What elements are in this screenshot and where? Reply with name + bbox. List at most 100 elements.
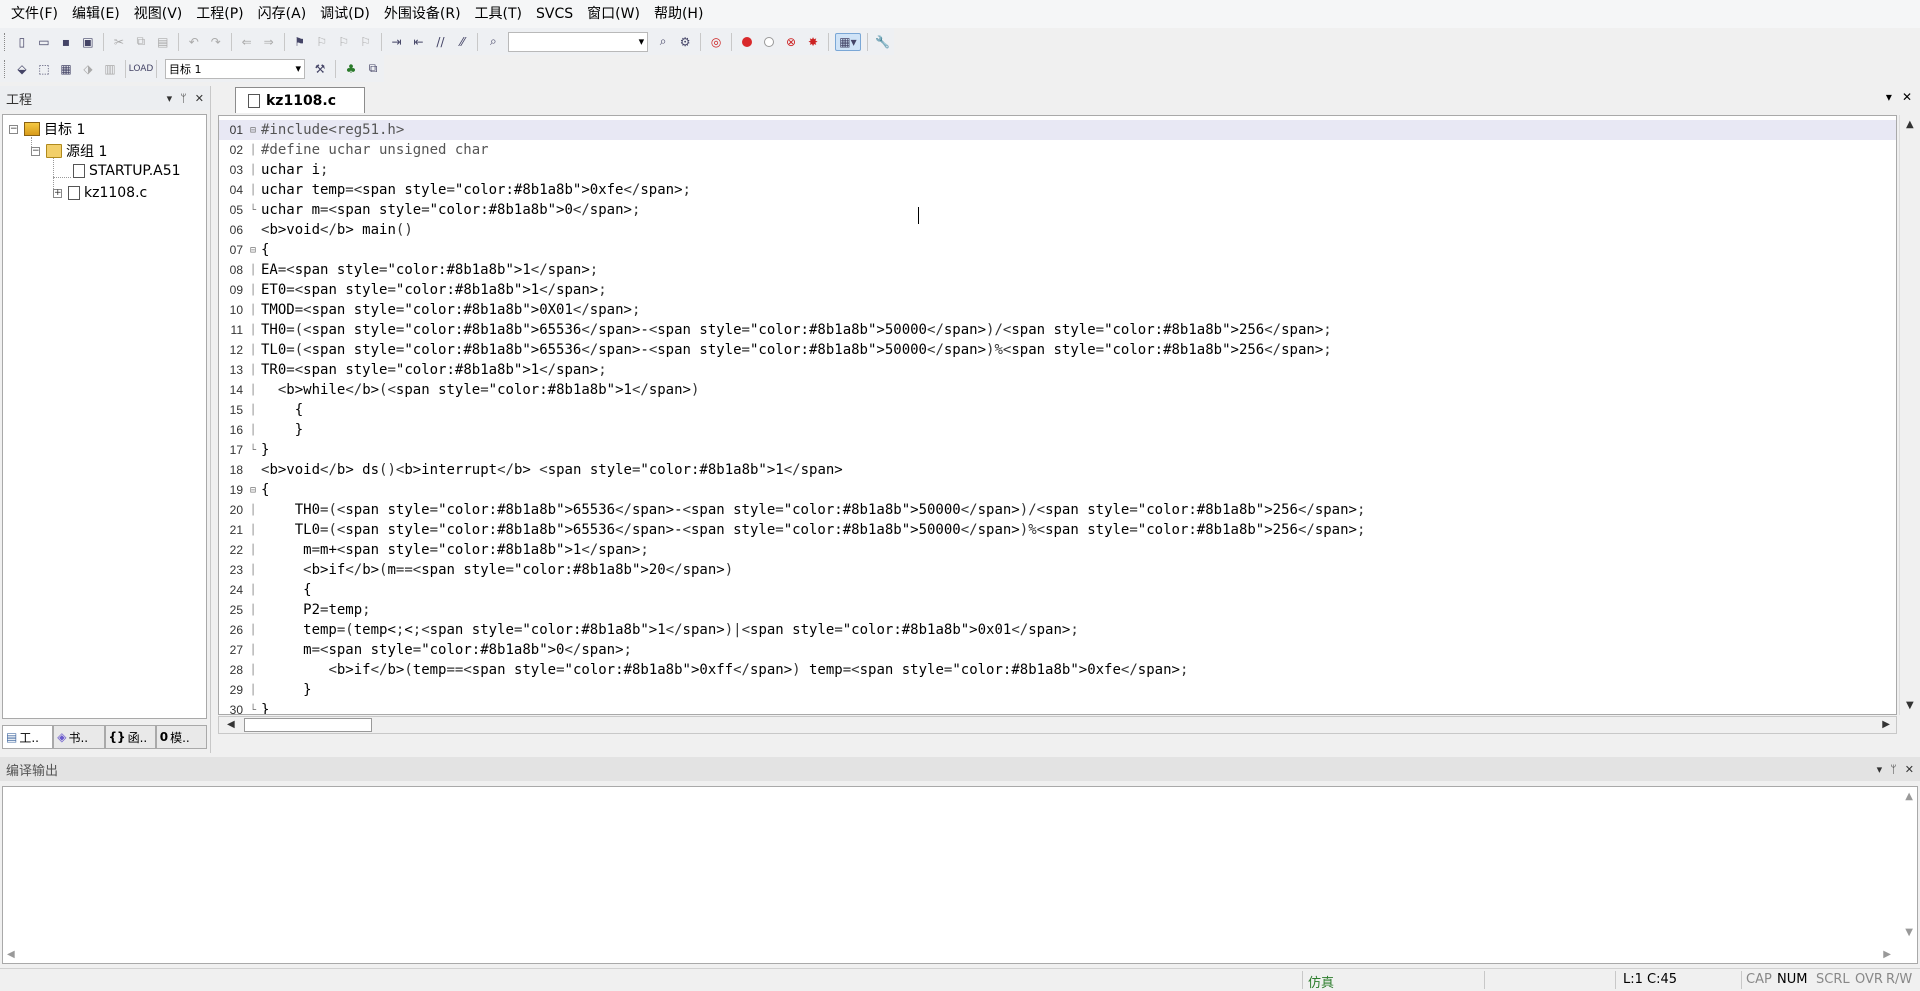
undo-icon[interactable]: ↶ [185,33,203,51]
comment-icon[interactable]: // [431,33,449,51]
code-line[interactable]: 08 │ EA=<span style="color:#8b1a8b">1</spa… [219,260,1896,280]
scroll-left-icon[interactable]: ◀ [7,949,15,960]
batch-build-icon[interactable]: ⬗ [79,60,97,78]
code-line[interactable]: 10 │ TMOD=<span style="color:#8b1a8b">0X01… [219,300,1896,320]
tab-list-icon[interactable]: ▾ [1886,90,1892,104]
menu-item[interactable]: 调试(D) [313,0,377,28]
code-line[interactable]: 28 │ <b>if</b>(temp==<span style="color:#… [219,660,1896,680]
find-combo[interactable]: ▾ [508,31,649,52]
scroll-left-icon[interactable]: ◀ [227,719,235,730]
tab-functions[interactable]: {} 函.. [104,725,156,749]
scroll-up-icon[interactable]: ▲ [1905,791,1913,802]
kill-all-breakpoints-icon[interactable]: ✸ [804,33,822,51]
scroll-up-icon[interactable]: ▲ [1906,119,1914,130]
scroll-down-icon[interactable]: ▼ [1906,700,1914,711]
rebuild-icon[interactable]: ▦ [57,60,75,78]
horizontal-scrollbar[interactable]: ◀ ▶ [218,716,1897,734]
menu-item[interactable]: 工程(P) [189,0,250,28]
nav-back-icon[interactable]: ⇐ [238,33,256,51]
code-line[interactable]: 18 <b>void</b> ds()<b>interrupt</b> <span… [219,460,1896,480]
clear-bookmarks-icon[interactable]: ⚐ [357,33,375,51]
code-line[interactable]: 17 └} [219,440,1896,460]
code-line[interactable]: 23 │ <b>if</b>(m==<span style="color:#8b1… [219,560,1896,580]
tree-node-file[interactable]: + kz1108.c [53,185,147,201]
fold-icon[interactable]: ⊟ [247,125,259,136]
code-line[interactable]: 09 │ ET0=<span style="color:#8b1a8b">1</sp… [219,280,1896,300]
code-line[interactable]: 01 ⊟ #include<reg51.h> [219,120,1896,140]
code-line[interactable]: 24 │ { [219,580,1896,600]
select-packs-icon[interactable]: ⧉ [364,60,382,78]
code-line[interactable]: 04 │ uchar temp=<span style="color:#8b1a8b… [219,180,1896,200]
code-line[interactable]: 06 <b>void</b> main() [219,220,1896,240]
tab-templates[interactable]: 0 模.. [155,725,207,749]
code-line[interactable]: 03 │ uchar i; [219,160,1896,180]
code-line[interactable]: 26 │ temp=(temp<;<;<span style="color:#8b… [219,620,1896,640]
code-line[interactable]: 29 │ } [219,680,1896,700]
find-in-files-icon[interactable]: ⌕ [484,33,502,51]
new-file-icon[interactable]: ▯ [13,33,31,51]
code-line[interactable]: 16 │ } [219,420,1896,440]
pin-icon[interactable]: ᛘ [1890,763,1897,776]
code-line[interactable]: 05 └ uchar m=<span style="color:#8b1a8b">0… [219,200,1896,220]
tab-books[interactable]: ◈ 书.. [53,725,105,749]
stop-build-icon[interactable]: ▥ [101,60,119,78]
fold-icon[interactable]: ⊟ [247,485,259,496]
tab-project[interactable]: ▤ 工.. [2,725,54,749]
scroll-right-icon[interactable]: ▶ [1883,949,1891,960]
code-line[interactable]: 25 │ P2=temp; [219,600,1896,620]
close-icon[interactable]: ✕ [195,92,204,105]
menu-item[interactable]: 外围设备(R) [377,0,468,28]
scroll-down-icon[interactable]: ▼ [1905,927,1913,938]
scroll-right-icon[interactable]: ▶ [1882,719,1890,730]
expand-icon[interactable]: + [53,188,62,198]
code-line[interactable]: 30 └} [219,700,1896,714]
scroll-thumb[interactable] [244,718,372,732]
target-select[interactable]: 目标 1 ▾ [165,58,305,79]
menu-item[interactable]: 视图(V) [127,0,190,28]
menu-item[interactable]: SVCS [529,0,580,28]
code-line[interactable]: 07 ⊟{ [219,240,1896,260]
unindent-icon[interactable]: ⇤ [410,33,428,51]
bookmark-icon[interactable]: ⚑ [291,33,309,51]
save-icon[interactable]: ▪ [57,33,75,51]
breakpoint-icon[interactable] [738,33,756,51]
pin-icon[interactable]: ᛘ [180,92,187,105]
open-file-icon[interactable]: ▭ [35,33,53,51]
code-line[interactable]: 22 │ m=m+<span style="color:#8b1a8b">1</s… [219,540,1896,560]
code-line[interactable]: 02 │ #define uchar unsigned char [219,140,1896,160]
disable-all-breakpoints-icon[interactable]: ⊗ [782,33,800,51]
disable-breakpoint-icon[interactable] [760,33,778,51]
vertical-scrollbar[interactable]: ▲ ▼ [1899,115,1920,715]
menu-item[interactable]: 编辑(E) [65,0,127,28]
code-line[interactable]: 15 │ { [219,400,1896,420]
menu-item[interactable]: 闪存(A) [251,0,314,28]
target-options-icon[interactable]: ⚒ [311,60,329,78]
menu-item[interactable]: 帮助(H) [647,0,710,28]
redo-icon[interactable]: ↷ [207,33,225,51]
collapse-icon[interactable]: − [31,146,40,156]
tree-node-target[interactable]: − 目标 1 [9,119,85,139]
configure-icon[interactable]: 🔧 [874,33,892,51]
menu-item[interactable]: 窗口(W) [580,0,647,28]
prev-bookmark-icon[interactable]: ⚐ [313,33,331,51]
build-icon[interactable]: ⬚ [35,60,53,78]
code-line[interactable]: 11 │ TH0=(<span style="color:#8b1a8b">6553… [219,320,1896,340]
code-line[interactable]: 27 │ m=<span style="color:#8b1a8b">0</spa… [219,640,1896,660]
tree-node-file[interactable]: STARTUP.A51 [73,163,181,179]
code-line[interactable]: 21 │ TL0=(<span style="color:#8b1a8b">655… [219,520,1896,540]
menu-item[interactable]: 文件(F) [4,0,65,28]
nav-forward-icon[interactable]: ⇒ [260,33,278,51]
uncomment-icon[interactable]: ⁄⁄ [453,33,471,51]
copy-icon[interactable]: ⧉ [132,33,150,51]
code-line[interactable]: 12 │ TL0=(<span style="color:#8b1a8b">6553… [219,340,1896,360]
debug-session-icon[interactable]: ◎ [707,33,725,51]
build-output-text[interactable]: ▲ ▼ ◀ ▶ [2,786,1918,964]
collapse-icon[interactable]: − [9,124,18,134]
pane-menu-icon[interactable]: ▾ [167,92,173,105]
code-line[interactable]: 14 │ <b>while</b>(<span style="color:#8b1… [219,380,1896,400]
close-icon[interactable]: ✕ [1902,90,1912,104]
pane-menu-icon[interactable]: ▾ [1877,763,1883,776]
code-editor[interactable]: 01 ⊟ #include<reg51.h> 02 │ #define uchar uns… [218,115,1897,715]
window-layout-icon[interactable]: ▦▾ [834,32,861,51]
code-line[interactable]: 13 │ TR0=<span style="color:#8b1a8b">1</sp… [219,360,1896,380]
